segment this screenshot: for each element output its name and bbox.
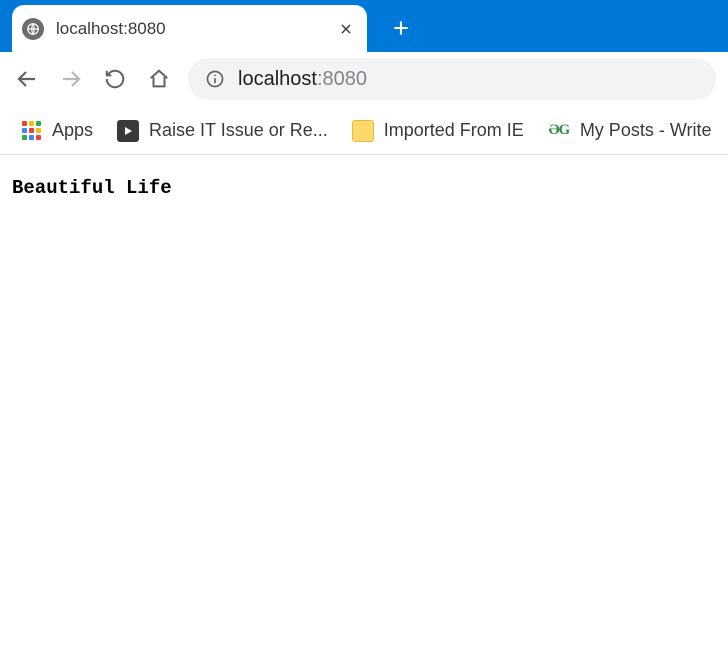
tab-strip: localhost:8080 <box>0 0 728 52</box>
bookmarks-bar: Apps Raise IT Issue or Re... Imported Fr… <box>0 107 728 155</box>
close-icon[interactable] <box>335 18 357 40</box>
globe-icon <box>22 18 44 40</box>
gfg-icon: ƏG <box>548 120 570 142</box>
address-bar[interactable]: localhost:8080 <box>188 58 716 100</box>
forward-button[interactable] <box>56 64 86 94</box>
browser-tab[interactable]: localhost:8080 <box>12 5 367 52</box>
bookmark-imported-ie[interactable]: Imported From IE <box>350 116 526 146</box>
url-host: localhost <box>238 68 317 91</box>
bookmark-label: Apps <box>52 120 93 141</box>
toolbar: localhost:8080 <box>0 52 728 107</box>
play-icon <box>117 120 139 142</box>
apps-icon <box>20 120 42 142</box>
bookmark-apps[interactable]: Apps <box>18 116 95 146</box>
page-text: Beautiful Life <box>12 177 172 199</box>
home-button[interactable] <box>144 64 174 94</box>
new-tab-button[interactable] <box>385 12 417 44</box>
back-button[interactable] <box>12 64 42 94</box>
bookmark-label: Imported From IE <box>384 120 524 141</box>
page-content: Beautiful Life <box>0 155 728 221</box>
url-text: localhost:8080 <box>238 68 367 91</box>
info-icon[interactable] <box>204 68 226 90</box>
reload-button[interactable] <box>100 64 130 94</box>
bookmark-label: Raise IT Issue or Re... <box>149 120 328 141</box>
bookmark-raise-it[interactable]: Raise IT Issue or Re... <box>115 116 330 146</box>
bookmark-my-posts[interactable]: ƏG My Posts - Write <box>546 116 714 146</box>
folder-icon <box>352 120 374 142</box>
tab-title: localhost:8080 <box>56 19 323 39</box>
url-path: :8080 <box>317 68 367 91</box>
bookmark-label: My Posts - Write <box>580 120 712 141</box>
